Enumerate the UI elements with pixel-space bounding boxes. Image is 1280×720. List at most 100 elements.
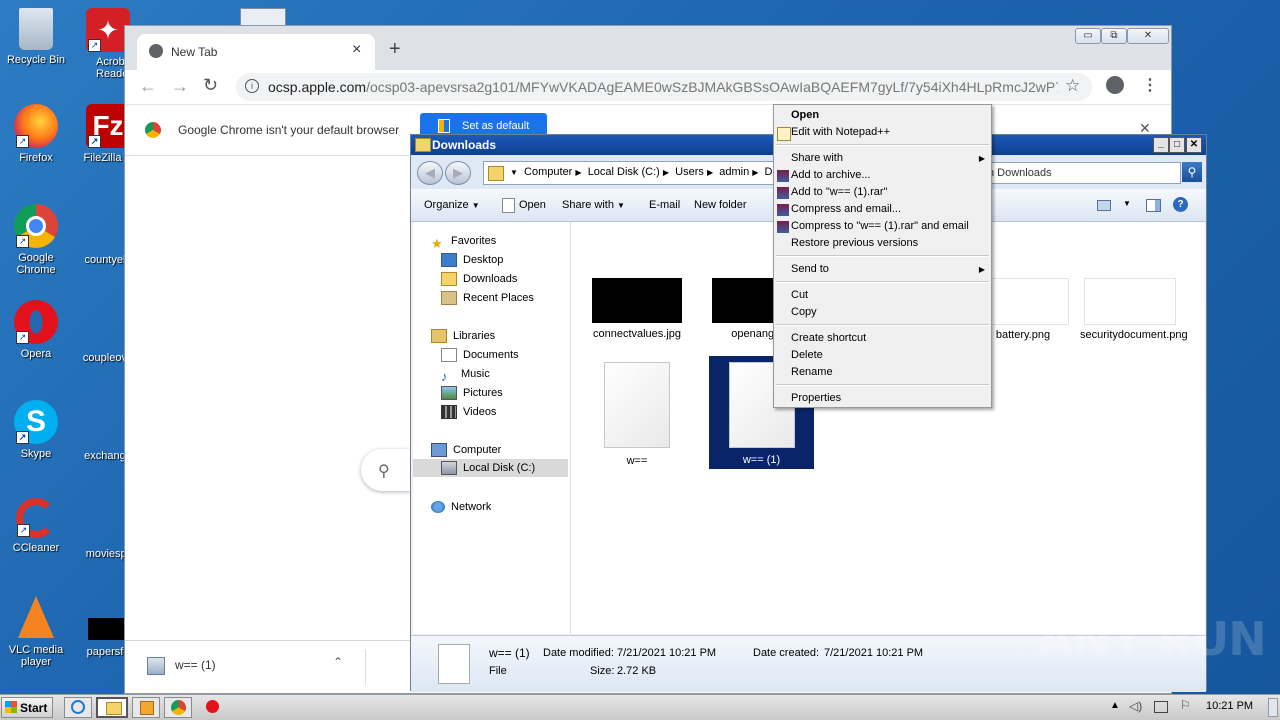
volume-icon[interactable]: ◁) [1129, 699, 1142, 713]
nav-documents[interactable]: Documents [441, 346, 519, 364]
nav-local-disk-selected[interactable]: Local Disk (C:) [413, 459, 568, 477]
videos-icon [441, 405, 457, 420]
nav-desktop[interactable]: Desktop [441, 251, 503, 269]
menu-item-create-shortcut[interactable]: Create shortcut [791, 330, 866, 347]
music-note-icon: ♪ [441, 369, 448, 385]
minimize-button[interactable]: ▭ [1075, 28, 1101, 44]
view-dropdown-icon[interactable]: ▼ [1123, 199, 1131, 208]
action-center-flag-icon[interactable]: ⚐ [1180, 698, 1191, 712]
menu-item-send-to[interactable]: Send to [791, 261, 829, 278]
nav-network[interactable]: Network [431, 498, 491, 516]
address-bar[interactable]: i ocsp.apple.com/ocsp03-apevsrsa2g101/MF… [236, 73, 1092, 101]
back-arrow-icon[interactable]: ← [139, 76, 157, 97]
nav-libraries[interactable]: Libraries [431, 327, 495, 345]
bookmark-star-icon[interactable]: ☆ [1065, 76, 1080, 96]
breadcrumb-admin[interactable]: admin [719, 166, 749, 178]
breadcrumb-computer[interactable]: Computer [524, 166, 572, 178]
close-icon[interactable]: ✕ [1186, 137, 1202, 153]
restore-button[interactable]: ⧉ [1101, 28, 1127, 44]
show-hidden-icons[interactable]: ▲ [1110, 700, 1120, 711]
show-desktop-button[interactable] [1268, 698, 1278, 717]
breadcrumb-local-disk[interactable]: Local Disk (C:) [588, 166, 660, 178]
desktop-icon-label: Opera [20, 348, 52, 360]
profile-avatar-icon[interactable] [1106, 76, 1124, 94]
nav-music[interactable]: ♪ Music [441, 365, 490, 385]
taskbar-chrome[interactable] [164, 697, 192, 718]
menu-item-add-rar[interactable]: Add to "w== (1).rar" [791, 184, 887, 201]
reload-icon[interactable]: ↻ [203, 75, 218, 96]
nav-label: Computer [453, 444, 502, 456]
desktop-icon-google-chrome[interactable]: ↗ Google Chrome [0, 204, 74, 276]
start-button[interactable]: Start [1, 697, 53, 718]
menu-kebab-icon[interactable]: ⋮ [1142, 75, 1158, 95]
file-item[interactable]: connectvalues.jpg [583, 278, 691, 340]
chevron-up-icon[interactable]: ⌃ [333, 655, 343, 669]
share-with-label: Share with [562, 199, 614, 211]
open-button[interactable]: Open [519, 199, 546, 211]
email-button[interactable]: E-mail [649, 199, 680, 211]
organize-button[interactable]: Organize ▼ [424, 199, 480, 211]
menu-item-delete[interactable]: Delete [791, 347, 823, 364]
url-host: ocsp.apple.com [268, 79, 367, 95]
desktop-icon-skype[interactable]: S ↗ Skype [0, 400, 74, 460]
tab-new-tab[interactable]: New Tab × [137, 34, 375, 70]
explorer-title: Downloads [432, 138, 497, 152]
breadcrumb-users[interactable]: Users [675, 166, 704, 178]
maximize-icon[interactable]: □ [1169, 137, 1185, 153]
file-item[interactable]: w== [583, 362, 691, 467]
taskbar-media-player[interactable] [132, 697, 160, 718]
menu-item-properties[interactable]: Properties [791, 390, 841, 407]
menu-item-restore-versions[interactable]: Restore previous versions [791, 235, 918, 252]
menu-item-open[interactable]: Open [791, 107, 819, 124]
taskbar-ie[interactable] [64, 697, 92, 718]
breadcrumb[interactable]: ▼ Computer ▶ Local Disk (C:) ▶ Users ▶ a… [483, 161, 779, 185]
taskbar-explorer[interactable] [96, 697, 128, 718]
menu-item-add-archive[interactable]: Add to archive... [791, 167, 871, 184]
nav-computer[interactable]: Computer [431, 441, 501, 459]
close-tab-icon[interactable]: × [352, 41, 361, 59]
search-input[interactable]: h Downloads [983, 162, 1181, 184]
view-options-icon[interactable] [1097, 200, 1111, 211]
nav-videos[interactable]: Videos [441, 403, 496, 421]
new-folder-button[interactable]: New folder [694, 199, 747, 211]
menu-item-share-with[interactable]: Share with [791, 150, 843, 167]
clock[interactable]: 10:21 PM [1206, 700, 1253, 712]
search-box[interactable]: ⚲ [361, 449, 411, 491]
menu-item-cut[interactable]: Cut [791, 287, 808, 304]
forward-icon[interactable]: ▶ [445, 161, 471, 185]
menu-item-compress-rar-email[interactable]: Compress to "w== (1).rar" and email [791, 218, 969, 235]
new-tab-button[interactable]: + [389, 38, 401, 61]
desktop-icon-firefox[interactable]: ↗ Firefox [0, 104, 74, 164]
minimize-icon[interactable]: _ [1153, 137, 1169, 153]
desktop-icon-vlc[interactable]: VLC media player [0, 596, 74, 668]
menu-separator [776, 324, 989, 326]
menu-item-compress-email[interactable]: Compress and email... [791, 201, 901, 218]
navigation-pane: ★ Favorites Desktop Downloads Recent Plac… [413, 222, 571, 634]
info-icon[interactable]: i [245, 79, 259, 93]
forward-arrow-icon[interactable]: → [171, 76, 189, 97]
search-icon[interactable]: ⚲ [1182, 162, 1202, 182]
share-with-button[interactable]: Share with ▼ [562, 199, 625, 211]
nav-label: Music [461, 368, 490, 380]
desktop-icon-opera[interactable]: ↗ Opera [0, 300, 74, 360]
menu-item-copy[interactable]: Copy [791, 304, 817, 321]
taskbar-opera[interactable] [198, 697, 226, 718]
help-icon[interactable]: ? [1173, 197, 1188, 212]
nav-recent-places[interactable]: Recent Places [441, 289, 534, 307]
nav-favorites[interactable]: ★ Favorites [431, 232, 496, 251]
download-file-name[interactable]: w== (1) [175, 658, 216, 672]
preview-pane-icon[interactable] [1146, 199, 1161, 212]
nav-pictures[interactable]: Pictures [441, 384, 503, 402]
desktop-icon-recycle-bin[interactable]: Recycle Bin [0, 8, 74, 66]
back-icon[interactable]: ◀ [417, 161, 443, 185]
menu-item-rename[interactable]: Rename [791, 364, 833, 381]
menu-item-edit-notepad[interactable]: Edit with Notepad++ [791, 124, 890, 141]
file-item[interactable]: securitydocument.png [1076, 278, 1188, 341]
network-tray-icon[interactable] [1154, 701, 1168, 713]
submenu-arrow-icon: ▶ [978, 154, 985, 163]
documents-icon [441, 348, 457, 363]
close-window-button[interactable]: ✕ [1127, 28, 1169, 44]
windows-logo-icon [5, 701, 17, 713]
nav-downloads[interactable]: Downloads [441, 270, 517, 288]
desktop-icon-ccleaner[interactable]: ↗ CCleaner [0, 498, 74, 554]
